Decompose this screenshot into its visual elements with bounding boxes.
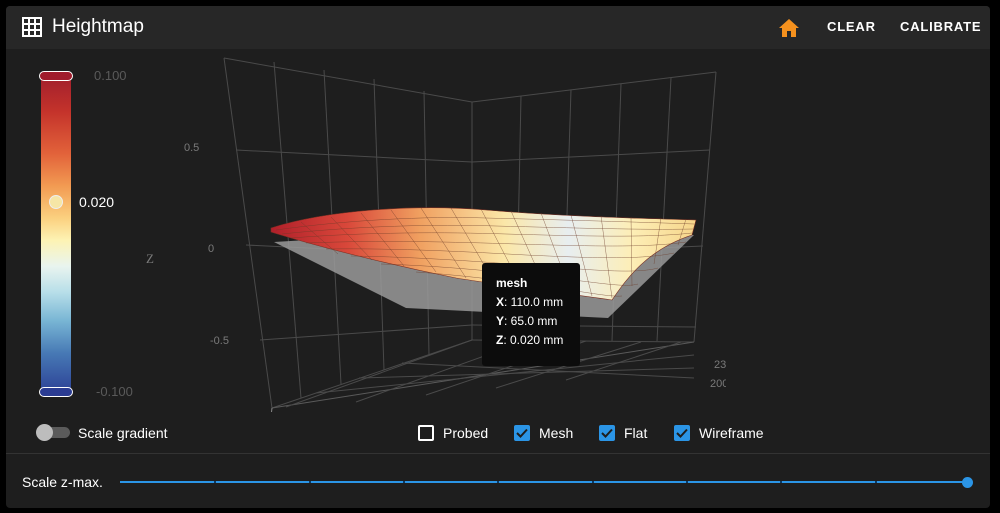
clear-button[interactable]: CLEAR xyxy=(827,19,876,34)
calibrate-button[interactable]: CALIBRATE xyxy=(900,19,981,34)
tooltip-y-value: : 65.0 mm xyxy=(504,314,558,328)
slider-track xyxy=(120,481,970,483)
color-scale-current-label: 0.020 xyxy=(79,194,115,210)
color-scale-bar xyxy=(41,73,71,395)
hover-tooltip: mesh X: 110.0 mm Y: 65.0 mm Z: 0.020 mm xyxy=(482,263,580,366)
heightmap-3d-plot[interactable]: Z 0.5 0 -0.5 235 200 xyxy=(126,50,726,412)
flat-label: Flat xyxy=(624,425,648,441)
slider-tick xyxy=(875,481,877,483)
checkbox-checked-icon xyxy=(599,425,615,441)
z-tick-label: 0 xyxy=(208,243,214,255)
tooltip-z: Z: 0.020 mm xyxy=(496,331,580,350)
toggle-thumb xyxy=(36,424,53,441)
divider xyxy=(6,453,990,454)
color-scale-current-marker[interactable] xyxy=(49,195,63,209)
home-button[interactable] xyxy=(776,16,802,40)
tooltip-x-value: : 110.0 mm xyxy=(504,295,564,309)
tooltip-x-key: X xyxy=(496,295,505,309)
tooltip-x: X: 110.0 mm xyxy=(496,293,580,312)
probed-label: Probed xyxy=(443,425,489,441)
scale-gradient-toggle[interactable] xyxy=(36,424,72,441)
mesh-label: Mesh xyxy=(539,425,574,441)
slider-tick xyxy=(686,481,688,483)
slider-tick xyxy=(592,481,594,483)
slider-tick xyxy=(403,481,405,483)
grid-icon xyxy=(22,17,42,37)
slider-tick xyxy=(309,481,311,483)
slider-tick xyxy=(497,481,499,483)
z-tick-label: -0.5 xyxy=(210,335,229,347)
color-scale-max-handle[interactable] xyxy=(39,71,73,81)
scale-zmax-label: Scale z-max. xyxy=(22,474,103,490)
y-tick-label: 200 xyxy=(710,378,726,390)
color-scale-min-handle[interactable] xyxy=(39,387,73,397)
tooltip-y: Y: 65.0 mm xyxy=(496,312,580,331)
slider-thumb[interactable] xyxy=(962,477,973,488)
checkbox-unchecked-icon xyxy=(418,425,434,441)
page-title: Heightmap xyxy=(52,16,144,37)
card-header: Heightmap CLEAR CALIBRATE xyxy=(6,6,990,49)
wireframe-label: Wireframe xyxy=(699,425,764,441)
slider-tick xyxy=(214,481,216,483)
heightmap-card: Heightmap CLEAR CALIBRATE 0.100 0.020 -0… xyxy=(6,6,990,508)
checkbox-checked-icon xyxy=(674,425,690,441)
checkbox-checked-icon xyxy=(514,425,530,441)
slider-tick xyxy=(780,481,782,483)
z-tick-label: 0.5 xyxy=(184,142,199,154)
color-scale-max-label: 0.100 xyxy=(94,68,127,83)
z-axis-label: Z xyxy=(146,251,154,266)
scale-zmax-slider[interactable] xyxy=(120,472,976,492)
tooltip-z-value: : 0.020 mm xyxy=(503,333,564,347)
scale-gradient-label: Scale gradient xyxy=(78,425,168,441)
tooltip-title: mesh xyxy=(496,276,528,290)
y-tick-label: 235 xyxy=(714,359,726,371)
tooltip-y-key: Y xyxy=(496,314,505,328)
home-icon xyxy=(779,19,799,37)
